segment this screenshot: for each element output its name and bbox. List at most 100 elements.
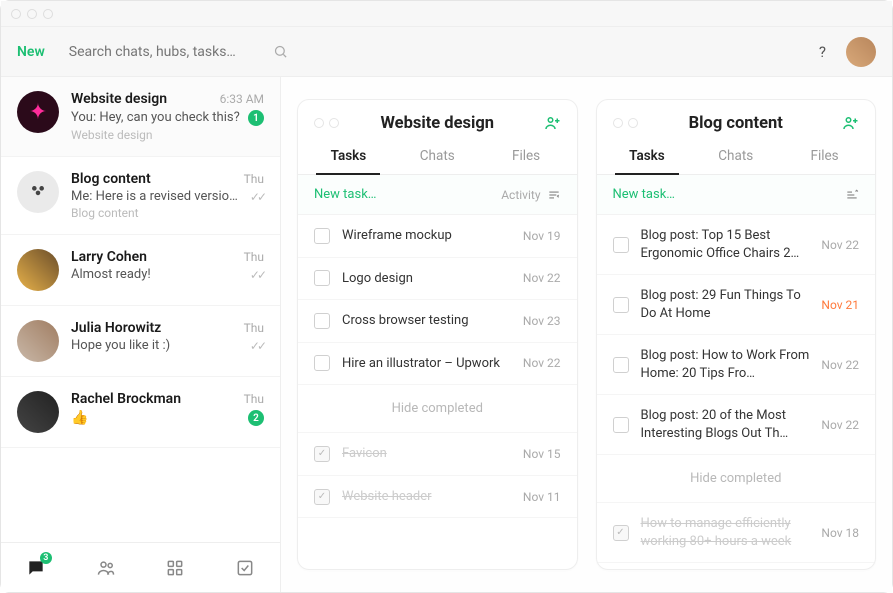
card-color-dots[interactable] xyxy=(314,118,339,128)
task-item[interactable]: Wireframe mockup Nov 19 xyxy=(298,215,577,258)
tab-files[interactable]: Files xyxy=(482,140,571,174)
checkbox-icon[interactable] xyxy=(613,297,629,313)
checkbox-icon[interactable] xyxy=(613,357,629,373)
new-task-row xyxy=(597,175,876,215)
task-name: Website header xyxy=(342,488,515,506)
chat-time: Thu xyxy=(244,250,264,264)
avatar[interactable] xyxy=(846,37,876,67)
search-icon[interactable] xyxy=(273,44,288,59)
tab-tasks[interactable]: Tasks xyxy=(304,140,393,174)
search-input[interactable] xyxy=(69,44,269,60)
new-task-input[interactable] xyxy=(314,187,501,202)
task-item[interactable]: ⋮⋮✓How to Overcome Your Own LazinessNov … xyxy=(597,563,876,569)
sidebar: Website design 6:33 AM You: Hey, can you … xyxy=(1,77,281,592)
task-date: Nov 22 xyxy=(523,356,561,370)
read-receipt-icon: ✓✓ xyxy=(250,190,264,204)
sort-icon[interactable] xyxy=(547,188,561,202)
chat-title: Blog content xyxy=(71,171,151,187)
new-task-input[interactable] xyxy=(613,187,846,202)
hide-completed-button[interactable]: Hide completed xyxy=(298,385,577,433)
task-item[interactable]: Blog post: 20 of the Most Interesting Bl… xyxy=(597,395,876,455)
task-item[interactable]: Hire an illustrator – Upwork Nov 22 xyxy=(298,343,577,386)
checkbox-icon[interactable] xyxy=(314,355,330,371)
read-receipt-icon: ✓✓ xyxy=(250,339,264,353)
nav-chats[interactable]: 3 xyxy=(18,550,54,586)
window-minimize[interactable] xyxy=(27,9,37,19)
nav-people[interactable] xyxy=(88,550,124,586)
chat-time: Thu xyxy=(244,321,264,335)
task-date: Nov 21 xyxy=(821,298,859,312)
task-list: Blog post: Top 15 Best Ergonomic Office … xyxy=(597,215,876,569)
task-item[interactable]: ✓Website headerNov 11 xyxy=(298,476,577,519)
task-list: Wireframe mockup Nov 19 Logo designNov 22… xyxy=(298,215,577,569)
chat-title: Larry Cohen xyxy=(71,249,147,265)
chat-item-rachel-brockman[interactable]: Rachel BrockmanThu 👍2 xyxy=(1,377,280,448)
card-color-dots[interactable] xyxy=(613,118,638,128)
hide-completed-button[interactable]: Hide completed xyxy=(597,455,876,503)
help-icon[interactable]: ? xyxy=(819,43,826,61)
chat-sub: Website design xyxy=(71,128,264,142)
chat-preview: Hope you like it :) xyxy=(71,338,170,353)
chat-avatar xyxy=(17,391,59,433)
chat-preview: Almost ready! xyxy=(71,267,151,282)
add-people-icon[interactable] xyxy=(543,114,561,132)
window-close[interactable] xyxy=(11,9,21,19)
task-date: Nov 22 xyxy=(821,358,859,372)
nav-tasks[interactable] xyxy=(227,550,263,586)
chat-avatar xyxy=(17,249,59,291)
chat-avatar xyxy=(17,171,59,213)
task-item[interactable]: ✓FaviconNov 15 xyxy=(298,433,577,476)
checkbox-icon[interactable] xyxy=(314,270,330,286)
nav-hubs[interactable] xyxy=(157,550,193,586)
task-date: Nov 18 xyxy=(821,526,859,540)
add-people-icon[interactable] xyxy=(841,114,859,132)
task-name: Blog post: How to Work From Home: 20 Tip… xyxy=(641,347,814,382)
nav-badge: 3 xyxy=(40,552,52,564)
task-name: Hire an illustrator – Upwork xyxy=(342,355,515,373)
task-item[interactable]: ✓ How to manage efficiently working 80+ h… xyxy=(597,503,876,563)
topbar: New ? xyxy=(1,27,892,77)
task-date: Nov 22 xyxy=(821,418,859,432)
tab-tasks[interactable]: Tasks xyxy=(603,140,692,174)
checkbox-icon[interactable] xyxy=(613,237,629,253)
card-blog-content: Blog content Tasks Chats Files Blog post… xyxy=(596,99,877,570)
read-receipt-icon: ✓✓ xyxy=(250,268,264,282)
sort-icon[interactable] xyxy=(845,188,859,202)
task-name: Blog post: 29 Fun Things To Do At Home xyxy=(641,287,814,322)
task-item[interactable]: Cross browser testingNov 23 xyxy=(298,300,577,343)
chat-item-julia-horowitz[interactable]: Julia HorowitzThu Hope you like it :)✓✓ xyxy=(1,306,280,377)
task-item[interactable]: Blog post: 29 Fun Things To Do At Home No… xyxy=(597,275,876,335)
checkbox-icon[interactable]: ✓ xyxy=(613,525,629,541)
chat-item-larry-cohen[interactable]: Larry Cohen Thu Almost ready! ✓✓ xyxy=(1,235,280,306)
chat-item-blog-content[interactable]: Blog contentThu Me: Here is a revised ve… xyxy=(1,157,280,235)
task-item[interactable]: Blog post: How to Work From Home: 20 Tip… xyxy=(597,335,876,395)
checkbox-icon[interactable]: ✓ xyxy=(314,446,330,462)
chat-time: 6:33 AM xyxy=(220,92,264,106)
chat-title: Rachel Brockman xyxy=(71,391,181,407)
task-item[interactable]: Logo designNov 22 xyxy=(298,258,577,301)
checkbox-icon[interactable]: ✓ xyxy=(314,489,330,505)
checkbox-icon[interactable] xyxy=(314,228,330,244)
new-task-row: Activity xyxy=(298,175,577,215)
unread-badge: 2 xyxy=(248,410,264,426)
unread-badge: 1 xyxy=(248,110,264,126)
card-title: Blog content xyxy=(597,114,876,133)
tab-chats[interactable]: Chats xyxy=(393,140,482,174)
task-name: Wireframe mockup xyxy=(342,227,515,245)
content: Website design Tasks Chats Files Activit… xyxy=(281,77,892,592)
chat-item-website-design[interactable]: Website design 6:33 AM You: Hey, can you … xyxy=(1,77,280,157)
task-item[interactable]: Blog post: Top 15 Best Ergonomic Office … xyxy=(597,215,876,275)
checkbox-icon[interactable] xyxy=(314,313,330,329)
task-date: Nov 23 xyxy=(523,314,561,328)
tab-chats[interactable]: Chats xyxy=(691,140,780,174)
chat-list: Website design 6:33 AM You: Hey, can you … xyxy=(1,77,280,542)
new-button[interactable]: New xyxy=(17,44,45,60)
checkbox-icon[interactable] xyxy=(613,417,629,433)
task-date: Nov 22 xyxy=(821,238,859,252)
task-name: How to manage efficiently working 80+ ho… xyxy=(641,515,814,550)
chat-preview: You: Hey, can you check this? xyxy=(71,110,240,125)
task-name: Blog post: 20 of the Most Interesting Bl… xyxy=(641,407,814,442)
window-maximize[interactable] xyxy=(43,9,53,19)
tab-files[interactable]: Files xyxy=(780,140,869,174)
task-date: Nov 19 xyxy=(523,229,561,243)
